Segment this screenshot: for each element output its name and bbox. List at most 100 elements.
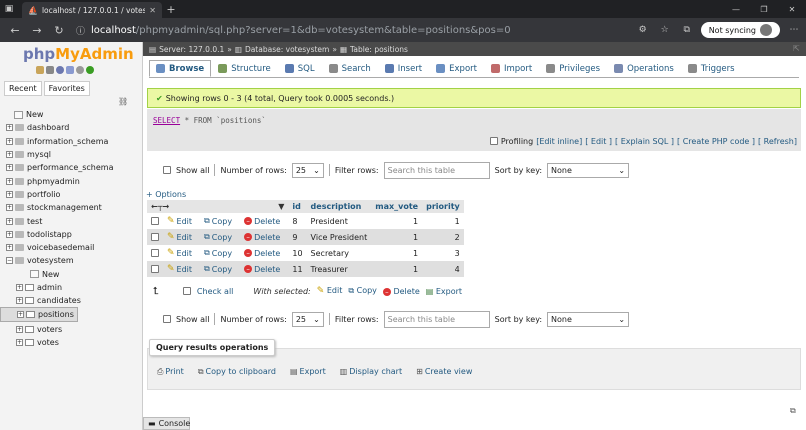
cell-description[interactable]: Treasurer (306, 261, 372, 277)
sidebar-item-stockmanagement[interactable]: + stockmanagement (0, 201, 143, 214)
row-checkbox-cell[interactable] (147, 229, 163, 245)
edit-button[interactable]: ✎ Edit (167, 232, 192, 242)
delete-cell[interactable]: – Delete (240, 261, 289, 277)
expand-icon[interactable]: + (6, 124, 13, 132)
cell-description[interactable]: President (306, 213, 372, 229)
expand-icon[interactable]: + (16, 325, 23, 333)
row-checkbox[interactable] (151, 217, 159, 225)
bulk-export-button[interactable]: ▤ Export (426, 287, 462, 296)
filter-input[interactable]: Search this table (383, 161, 490, 179)
sidebar-item-performance-schema[interactable]: + performance_schema (0, 161, 143, 174)
docs-icon[interactable] (56, 66, 64, 74)
tab-triggers[interactable]: Triggers (681, 60, 742, 77)
info-icon[interactable]: ⓘ (76, 24, 85, 37)
copy-cell[interactable]: ⧉ Copy (200, 213, 241, 229)
settings-icon[interactable] (76, 66, 84, 74)
rows-select[interactable]: 25 ⌄ (291, 162, 324, 178)
create-php-code-link[interactable]: [ Create PHP code ] (677, 137, 755, 146)
cell-priority[interactable]: 1 (422, 213, 464, 229)
back-icon[interactable]: ← (4, 24, 26, 37)
sidebar-item-portfolio[interactable]: + portfolio (0, 188, 143, 201)
copy-cell[interactable]: ⧉ Copy (200, 261, 241, 277)
export-button[interactable]: ▤ Export (290, 367, 326, 377)
cell-id[interactable]: 8 (288, 213, 307, 229)
sidebar-item-votesystem[interactable]: − votesystem (0, 254, 143, 267)
sidebar-item-new[interactable]: New (0, 268, 143, 281)
column-header-max_vote[interactable]: max_vote (371, 200, 423, 213)
tab-sql[interactable]: SQL (278, 60, 322, 77)
expand-icon[interactable]: + (16, 284, 23, 291)
sidebar-item-mysql[interactable]: + mysql (0, 148, 143, 161)
copy-button[interactable]: ⧉ Copy (204, 216, 232, 226)
edit-cell[interactable]: ✎ Edit (163, 245, 201, 261)
bulk-copy-button[interactable]: ⧉ Copy (348, 286, 377, 296)
tab-insert[interactable]: Insert (378, 60, 429, 77)
copy-button[interactable]: ⧉ Copy (204, 248, 232, 258)
cell-description[interactable]: Secretary (306, 245, 372, 261)
cell-id[interactable]: 11 (288, 261, 307, 277)
browser-tab[interactable]: ⛵ localhost / 127.0.0.1 / votesyste ✕ (22, 2, 162, 18)
site-settings-icon[interactable]: ⚙ (635, 25, 651, 35)
cell-max-vote[interactable]: 1 (371, 213, 423, 229)
fullscreen-icon[interactable]: ⇱ (793, 44, 800, 53)
row-checkbox-cell[interactable] (147, 261, 163, 277)
tab-favorites[interactable]: Favorites (43, 81, 90, 96)
create-view-button[interactable]: ⊞ Create view (416, 367, 472, 377)
edit-cell[interactable]: ✎ Edit (163, 261, 201, 277)
tab-recent[interactable]: Recent (4, 81, 42, 96)
close-window-icon[interactable]: ✕ (778, 5, 806, 14)
expand-icon[interactable]: + (16, 297, 23, 305)
copy-to-clipboard-button[interactable]: ⧉ Copy to clipboard (198, 367, 276, 377)
bulk-edit-button[interactable]: ✎ Edit (317, 286, 343, 296)
tab-browse[interactable]: Browse (149, 60, 212, 77)
show-all-checkbox[interactable] (163, 166, 171, 174)
favorite-icon[interactable]: ☆ (657, 25, 673, 35)
expand-icon[interactable]: + (6, 204, 13, 212)
sidebar-item-votes[interactable]: + votes (0, 336, 143, 349)
tab-privileges[interactable]: Privileges (539, 60, 607, 77)
expand-icon[interactable]: + (17, 311, 24, 319)
phpmyadmin-logo[interactable]: phpMyAdmin (23, 45, 134, 63)
tab-operations[interactable]: Operations (607, 60, 681, 77)
options-link[interactable]: + Options (146, 190, 186, 199)
sql-docs-icon[interactable] (66, 66, 74, 74)
column-header-id[interactable]: id (288, 200, 307, 213)
expand-icon[interactable]: + (6, 217, 13, 225)
edit-button[interactable]: ✎ Edit (167, 248, 192, 258)
copy-button[interactable]: ⧉ Copy (204, 232, 232, 242)
bookmark-icon[interactable]: ⧉ (790, 406, 796, 416)
profiling-checkbox[interactable] (489, 137, 498, 145)
breadcrumb-table[interactable]: Table: positions (350, 45, 408, 54)
cell-id[interactable]: 9 (288, 229, 307, 245)
tab-export[interactable]: Export (429, 60, 484, 77)
copy-button[interactable]: ⧉ Copy (204, 264, 232, 274)
copy-cell[interactable]: ⧉ Copy (200, 245, 241, 261)
tab-structure[interactable]: Structure (211, 60, 278, 77)
logout-icon[interactable] (46, 66, 54, 74)
sidebar-item-new[interactable]: New (0, 108, 143, 121)
expand-icon[interactable]: + (6, 190, 13, 198)
sidebar-item-admin[interactable]: + admin (0, 281, 143, 294)
delete-button[interactable]: – Delete (244, 265, 280, 274)
sidebar-item-phpmyadmin[interactable]: + phpmyadmin (0, 174, 143, 187)
sort-arrow-icon[interactable]: ▼ (278, 202, 284, 211)
refresh-icon[interactable]: ↻ (48, 24, 70, 37)
sort-select-bottom[interactable]: None ⌄ (547, 311, 630, 327)
new-tab-icon[interactable]: + (162, 3, 180, 16)
row-checkbox-cell[interactable] (147, 213, 163, 229)
sidebar-item-information-schema[interactable]: + information_schema (0, 135, 143, 148)
expand-icon[interactable]: + (6, 164, 13, 172)
cell-max-vote[interactable]: 1 (371, 245, 423, 261)
display-chart-button[interactable]: ▥ Display chart (340, 367, 402, 377)
url-field[interactable]: ⓘ localhost/phpmyadmin/sql.php?server=1&… (76, 24, 511, 37)
close-tab-icon[interactable]: ✕ (149, 6, 156, 15)
expand-icon[interactable]: + (6, 230, 13, 238)
sidebar-item-test[interactable]: + test (0, 214, 143, 227)
forward-icon[interactable]: → (26, 24, 48, 37)
collections-icon[interactable]: ⧉ (679, 25, 695, 35)
show-all-checkbox-bottom[interactable] (163, 315, 171, 323)
sidebar-item-candidates[interactable]: + candidates (0, 294, 143, 307)
breadcrumb-server[interactable]: Server: 127.0.0.1 (159, 45, 224, 54)
delete-button[interactable]: – Delete (244, 233, 280, 242)
home-icon[interactable] (36, 66, 44, 74)
